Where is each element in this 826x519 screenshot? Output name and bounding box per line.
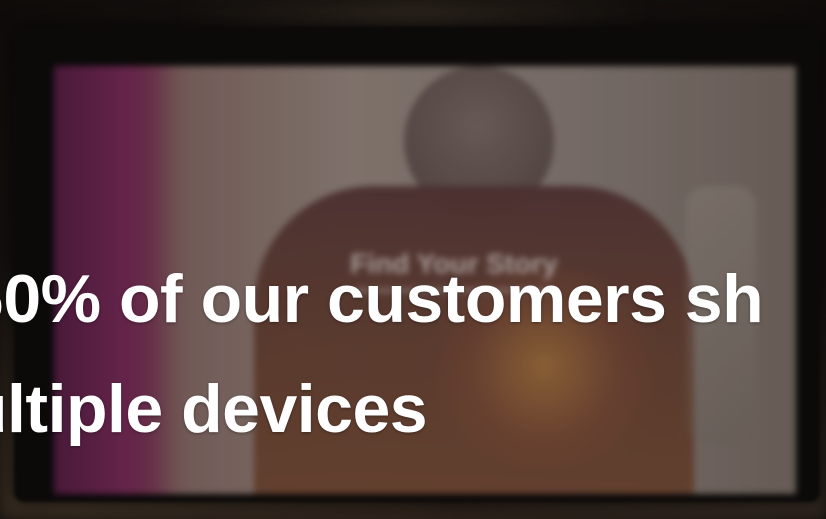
background-photo: Find Your Story 60% of our customers sh … [0, 0, 826, 519]
headline-line-2: ultiple devices [0, 371, 428, 447]
headline-line-1: 60% of our customers sh [0, 261, 764, 337]
headline: 60% of our customers sh ultiple devices [0, 244, 826, 464]
